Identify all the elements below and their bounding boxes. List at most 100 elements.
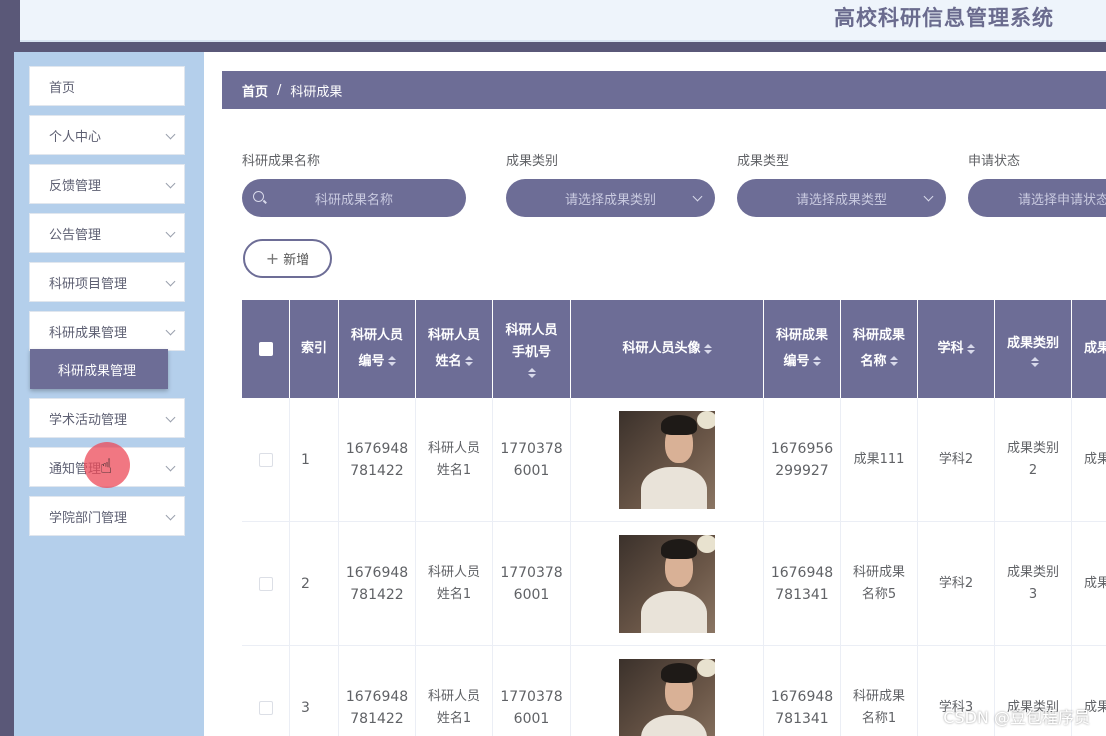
- status-select[interactable]: 请选择申请状态: [968, 179, 1106, 217]
- chevron-down-icon: [165, 461, 176, 472]
- sidebar-item-label: 通知管理: [49, 461, 102, 477]
- sort-icon[interactable]: [812, 356, 821, 367]
- result-no-line: 299927: [775, 463, 829, 479]
- phone-cell: 1770378 6001: [493, 398, 571, 522]
- sort-icon[interactable]: [527, 367, 536, 379]
- result-name-line: 科研成果: [852, 565, 905, 580]
- category-select[interactable]: 请选择成果类别: [506, 179, 715, 217]
- phone-line: 6001: [513, 711, 550, 727]
- breadcrumb: 首页 / 科研成果: [222, 71, 1106, 109]
- column-header-avatar[interactable]: 科研人员头像: [571, 300, 764, 398]
- sidebar-item-label: 公告管理: [49, 227, 102, 243]
- row-checkbox[interactable]: [258, 453, 273, 467]
- result-name-line: 名称1: [861, 711, 897, 726]
- sidebar-item-label: 学院部门管理: [49, 510, 128, 526]
- column-header-category[interactable]: 成果类别: [995, 300, 1072, 398]
- sidebar-item-label: 反馈管理: [49, 178, 102, 194]
- row-select-cell: [242, 646, 290, 736]
- sort-icon[interactable]: [387, 356, 396, 367]
- column-header-label: 手机号: [511, 344, 551, 360]
- header-select-all[interactable]: [242, 300, 290, 398]
- sidebar-item-departments[interactable]: 学院部门管理: [29, 496, 185, 536]
- column-header-label: 科研人员头像: [622, 341, 701, 356]
- result-no-line: 781341: [775, 587, 829, 603]
- column-header-phone[interactable]: 科研人员 手机号: [493, 300, 571, 398]
- result-no-line: 781341: [775, 711, 829, 727]
- column-header-type[interactable]: 成果: [1072, 300, 1106, 398]
- sort-icon[interactable]: [889, 356, 898, 367]
- column-header-staff-name[interactable]: 科研人员 姓名: [416, 300, 493, 398]
- result-no-cell: 1676948 781341: [764, 522, 841, 646]
- staff-avatar[interactable]: [619, 659, 715, 736]
- sort-icon[interactable]: [464, 356, 473, 367]
- chevron-down-icon: [165, 227, 176, 238]
- sort-icon[interactable]: [966, 343, 975, 355]
- sort-icon[interactable]: [703, 343, 712, 355]
- chevron-down-icon: [692, 191, 703, 202]
- search-input[interactable]: 科研成果名称: [242, 179, 466, 217]
- staff-avatar[interactable]: [619, 411, 715, 509]
- add-button[interactable]: + 新增: [243, 239, 332, 278]
- type-value: 成果: [1084, 452, 1106, 467]
- staff-name-line: 姓名1: [436, 587, 472, 602]
- sidebar-item-feedback[interactable]: 反馈管理: [29, 164, 185, 204]
- column-header-index: 索引: [290, 300, 339, 398]
- type-select[interactable]: 请选择成果类型: [737, 179, 946, 217]
- row-checkbox[interactable]: [258, 701, 273, 715]
- table-row[interactable]: 2 1676948 781422 科研人员 姓名1 1770378 6001 1676…: [242, 522, 1106, 646]
- sidebar-item-label: 个人中心: [49, 129, 102, 145]
- sidebar-item-announcements[interactable]: 公告管理: [29, 213, 185, 253]
- avatar-cell: [571, 398, 764, 522]
- type-placeholder: 请选择成果类型: [795, 192, 887, 208]
- category-line: 成果类别: [1006, 441, 1059, 456]
- staff-no-line: 1676948: [345, 441, 409, 457]
- sidebar-item-label: 科研项目管理: [49, 276, 128, 292]
- category-cell: 成果类别 2: [995, 398, 1072, 522]
- subject-cell: 学科2: [918, 522, 995, 646]
- submenu-item-research-results[interactable]: 科研成果管理: [30, 349, 168, 389]
- select-all-checkbox[interactable]: [258, 342, 273, 356]
- filter-label-type: 成果类型: [737, 154, 790, 169]
- sidebar-item-research-projects[interactable]: 科研项目管理: [29, 262, 185, 302]
- chevron-down-icon: [923, 191, 934, 202]
- column-header-subject[interactable]: 学科: [918, 300, 995, 398]
- staff-name-cell: 科研人员 姓名1: [416, 522, 493, 646]
- hand-cursor-icon: ☝: [100, 454, 113, 478]
- column-header-label: 科研成果: [775, 328, 828, 343]
- sidebar-item-personal-center[interactable]: 个人中心: [29, 115, 185, 155]
- column-header-staff-no[interactable]: 科研人员 编号: [339, 300, 416, 398]
- app-title: 高校科研信息管理系统: [834, 6, 1054, 30]
- sidebar-item-research-results[interactable]: 科研成果管理: [29, 311, 185, 351]
- row-select-cell: [242, 522, 290, 646]
- sidebar-item-home[interactable]: 首页: [29, 66, 185, 106]
- category-line: 3: [1028, 587, 1038, 602]
- index-value: 1: [301, 452, 310, 468]
- column-header-label: 编号: [783, 354, 810, 369]
- breadcrumb-home[interactable]: 首页: [242, 81, 268, 100]
- sort-icon[interactable]: [1030, 356, 1039, 368]
- category-line: 2: [1028, 463, 1038, 478]
- table-row[interactable]: 1 1676948 781422 科研人员 姓名1 1770378 6001 1676…: [242, 398, 1106, 522]
- staff-avatar[interactable]: [619, 535, 715, 633]
- phone-line: 1770378: [500, 441, 563, 457]
- frame-edge: [0, 0, 14, 736]
- result-name-line: 成果111: [853, 452, 905, 467]
- index-cell: 2: [290, 522, 339, 646]
- filter-label-result-name: 科研成果名称: [242, 154, 321, 169]
- result-no-line: 1676956: [770, 441, 834, 457]
- avatar-cell: [571, 646, 764, 736]
- column-header-result-no[interactable]: 科研成果 编号: [764, 300, 841, 398]
- column-header-label: 名称: [860, 354, 887, 369]
- column-header-label: 姓名: [435, 354, 462, 369]
- staff-name-cell: 科研人员 姓名1: [416, 398, 493, 522]
- result-name-cell: 科研成果 名称5: [841, 522, 918, 646]
- chevron-down-icon: [165, 510, 176, 521]
- result-name-line: 科研成果: [852, 689, 905, 704]
- sidebar-item-academic-activities[interactable]: 学术活动管理: [29, 398, 185, 438]
- breadcrumb-separator: /: [277, 82, 282, 98]
- watermark: CSDN @豆包程序员: [943, 708, 1090, 727]
- table-header: 索引 科研人员 编号 科研人员 姓名 科研人员 手机号 科研人员头像 科研成果: [242, 300, 1106, 398]
- app-header: 高校科研信息管理系统: [20, 0, 1106, 42]
- row-checkbox[interactable]: [258, 577, 273, 591]
- column-header-result-name[interactable]: 科研成果 名称: [841, 300, 918, 398]
